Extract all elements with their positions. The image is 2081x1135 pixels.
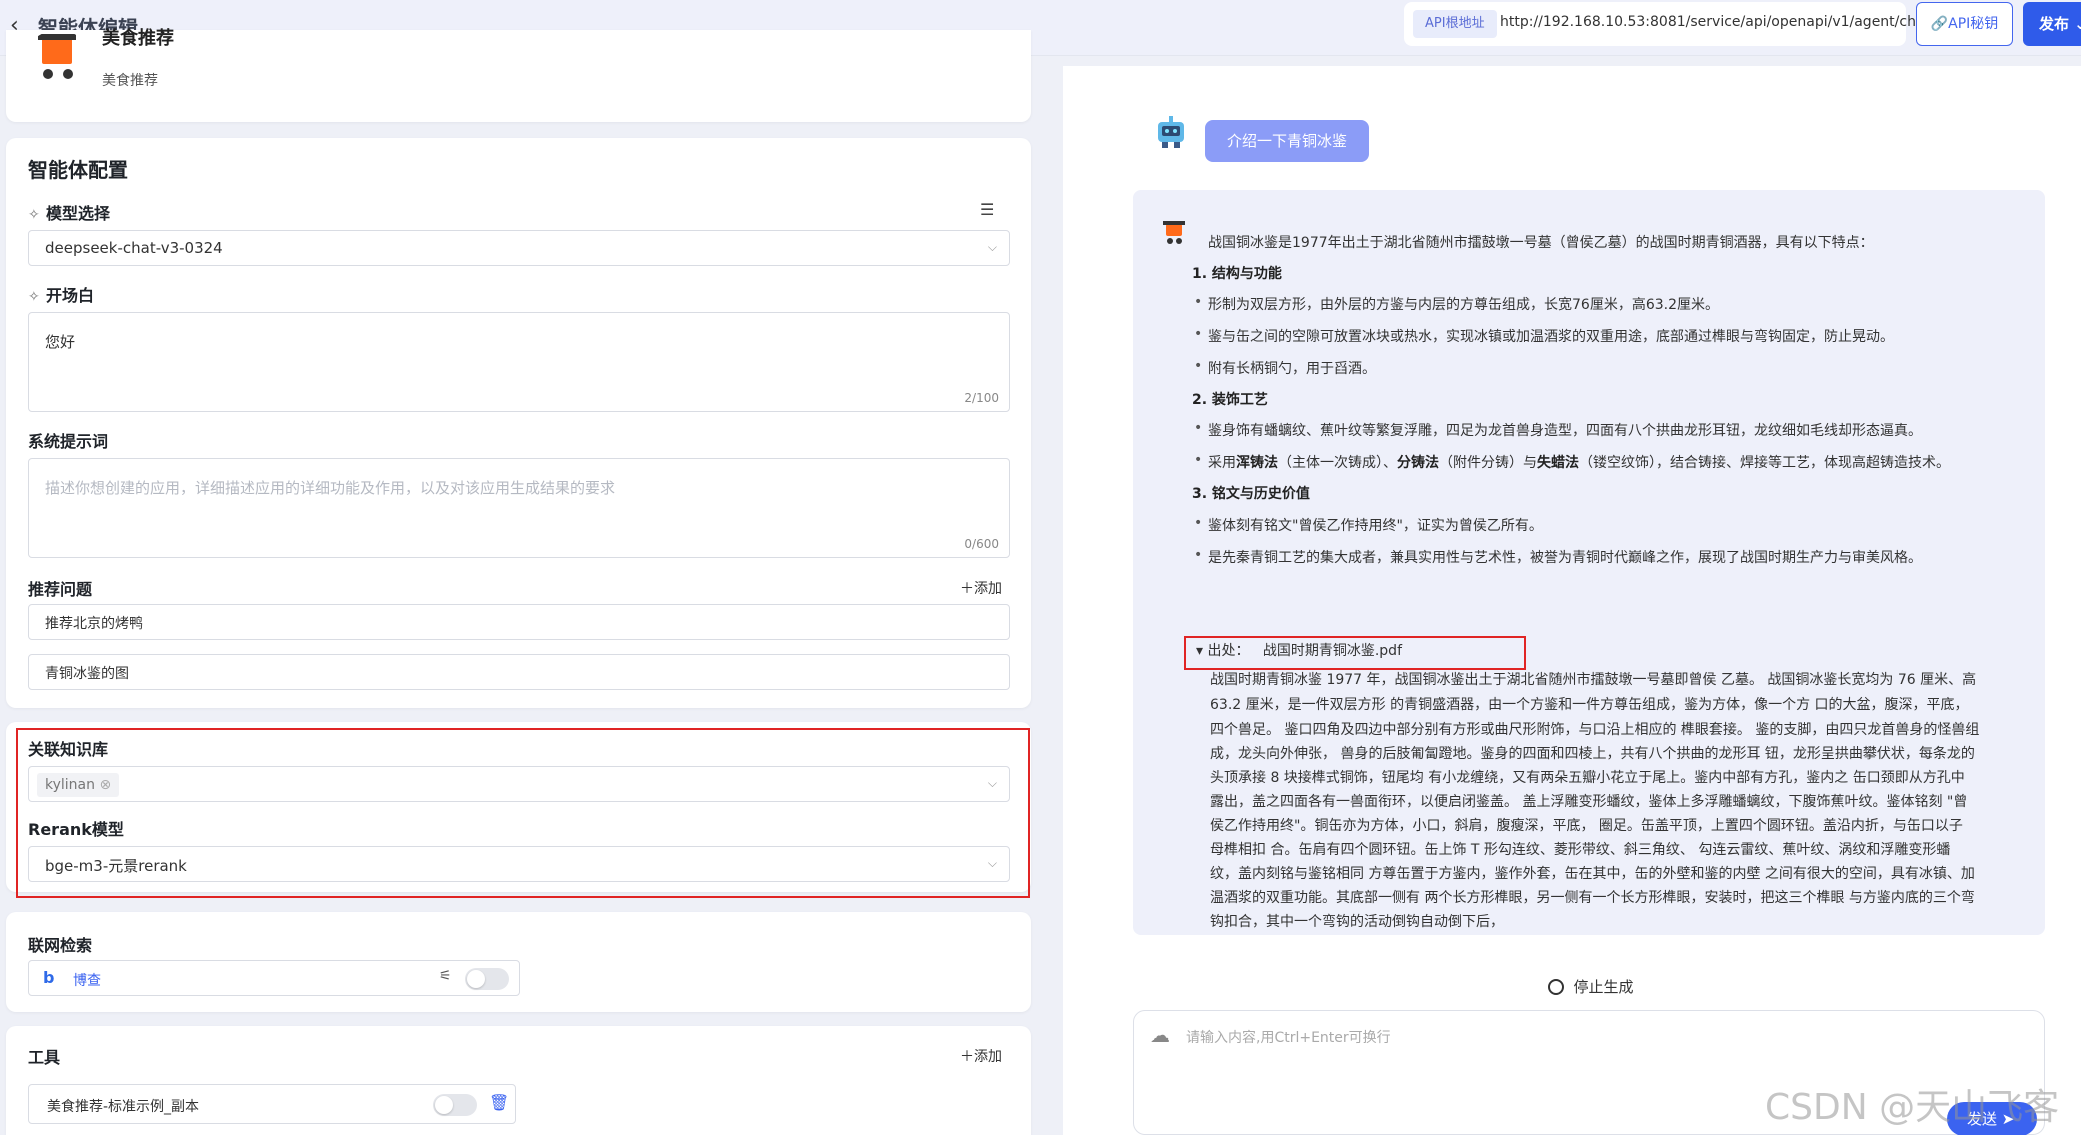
web-search-engine[interactable]: b 博查 ⚟ (28, 960, 520, 996)
tools-add-button[interactable]: ＋添加 (960, 1046, 1002, 1066)
config-title: 智能体配置 (28, 158, 128, 182)
answer-heading-3: 3. 铭文与历史价值 (1192, 486, 1310, 502)
system-prompt-textarea[interactable]: 描述你想创建的应用，详细描述应用的详细功能及作用，以及对该应用生成结果的要求 0… (28, 458, 1010, 558)
sparkle-icon: ✧ (28, 289, 40, 305)
recommend-label: 推荐问题 (28, 580, 93, 599)
answer-bullet: 鉴与缶之间的空隙可放置冰块或热水，实现冰镇或加温酒浆的双重用途，底部通过榫眼与弯… (1194, 326, 1894, 346)
system-prompt-label: 系统提示词 (28, 432, 109, 451)
web-search-label: 联网检索 (28, 936, 93, 955)
recommend-add-button[interactable]: ＋添加 (960, 578, 1002, 598)
answer-bullet: 采用浑铸法（主体一次铸成）、分铸法（附件分铸）与失蜡法（镂空纹饰），结合铸接、焊… (1194, 452, 1950, 472)
link-icon: 🔗 (1930, 16, 1949, 32)
highlight-box-knowledge (16, 728, 1030, 898)
opening-textarea[interactable]: 您好 2/100 (28, 312, 1010, 412)
answer-heading-1: 1. 结构与功能 (1192, 266, 1282, 282)
model-select[interactable]: deepseek-chat-v3-0324 ⌵ (28, 230, 1010, 266)
chevron-down-icon: ⌄ (2074, 15, 2081, 33)
stop-icon (1548, 979, 1564, 995)
plus-icon: ＋ (960, 581, 974, 597)
highlight-box-source (1184, 636, 1526, 670)
tools-card: 工具 ＋添加 美食推荐-标准示例_副本 🗑 (6, 1026, 1031, 1135)
api-key-button[interactable]: 🔗API秘钥 (1916, 2, 2013, 46)
agent-profile-card: 美食推荐 美食推荐 (6, 28, 1031, 122)
answer-heading-2: 2. 装饰工艺 (1192, 392, 1268, 408)
tool-toggle[interactable] (433, 1094, 477, 1116)
opening-label: ✧ 开场白 (28, 286, 95, 305)
web-search-card: 联网检索 b 博查 ⚟ (6, 912, 1031, 1012)
watermark: CSDN @天山飞客 (1765, 1087, 2060, 1128)
agent-config-card: 智能体配置 ✧ 模型选择 ☰ deepseek-chat-v3-0324 ⌵ ✧ 开… (6, 138, 1031, 708)
robot-icon (1158, 116, 1184, 148)
model-label: ✧ 模型选择 (28, 204, 111, 223)
answer-bullet: 形制为双层方形，由外层的方鉴与内层的方尊缶组成，长宽76厘米，高63.2厘米。 (1194, 294, 1719, 314)
plus-icon: ＋ (960, 1049, 974, 1065)
tool-item[interactable]: 美食推荐-标准示例_副本 🗑 (28, 1084, 516, 1124)
sparkle-icon: ✧ (28, 207, 40, 223)
stop-generation-button[interactable]: 停止生成 (1548, 976, 1634, 997)
chevron-down-icon: ⌵ (987, 240, 997, 254)
answer-bullet: 附有长柄铜勺，用于舀酒。 (1194, 358, 1376, 378)
user-message: 介绍一下青铜冰鉴 (1205, 120, 1370, 162)
agent-description: 美食推荐 (102, 73, 158, 89)
recommend-question-1[interactable]: 推荐北京的烤鸭 (28, 604, 1010, 640)
answer-bullet: 是先秦青铜工艺的集大成者，兼具实用性与艺术性，被誉为青铜时代巅峰之作，展现了战国… (1194, 547, 1922, 567)
agent-name: 美食推荐 (102, 28, 174, 49)
trash-icon[interactable]: 🗑 (489, 1093, 509, 1112)
cart-icon (1163, 221, 1185, 244)
settings-sliders-icon[interactable]: ☰ (980, 200, 994, 219)
publish-button[interactable]: 发布 ⌄ (2023, 2, 2081, 46)
api-address-tag: API根地址 (1413, 10, 1497, 38)
upload-cloud-icon[interactable]: ☁ (1150, 1023, 1170, 1047)
answer-bullet: 鉴身饰有蟠螭纹、蕉叶纹等繁复浮雕，四足为龙首兽身造型，四面有八个拱曲龙形耳钮，龙… (1194, 420, 1922, 440)
answer-avatar (1160, 218, 1188, 250)
api-address-box: API根地址 http://192.168.10.53:8081/service… (1404, 2, 1930, 46)
settings-sliders-icon[interactable]: ⚟ (439, 968, 452, 984)
bocha-logo-icon: b (43, 968, 55, 987)
answer-intro: 战国铜冰鉴是1977年出土于湖北省随州市擂鼓墩一号墓（曾侯乙墓）的战国时期青铜酒… (1208, 235, 1874, 251)
system-prompt-counter: 0/600 (964, 537, 999, 551)
web-search-toggle[interactable] (465, 968, 509, 990)
api-url[interactable]: http://192.168.10.53:8081/service/api/op… (1500, 14, 1930, 30)
agent-avatar[interactable] (24, 30, 92, 94)
opening-counter: 2/100 (964, 391, 999, 405)
tools-label: 工具 (28, 1048, 61, 1067)
recommend-question-2[interactable]: 青铜冰鉴的图 (28, 654, 1010, 690)
bot-avatar (1152, 112, 1192, 152)
cart-icon (38, 34, 76, 79)
answer-bullet: 鉴体刻有铭文"曾侯乙作持用终"，证实为曾侯乙所有。 (1194, 515, 1543, 535)
